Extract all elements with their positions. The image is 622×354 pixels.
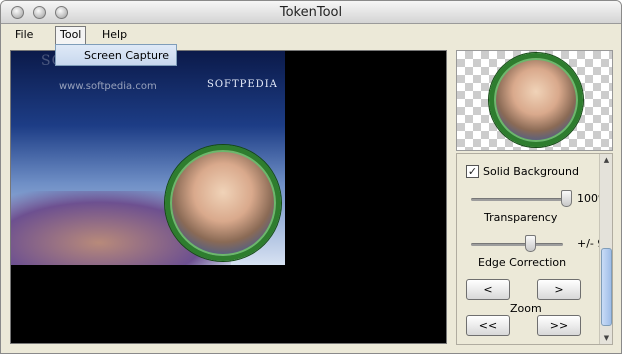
transparency-slider-thumb[interactable] <box>561 190 572 207</box>
zoom-out-fast-button[interactable]: << <box>466 315 510 336</box>
menu-tool[interactable]: Tool <box>55 26 87 45</box>
menu-file[interactable]: File <box>11 27 37 42</box>
menu-bar: File Tool Help <box>1 24 621 45</box>
menu-item-screen-capture[interactable]: Screen Capture <box>84 49 169 62</box>
edge-correction-slider-thumb[interactable] <box>525 235 536 252</box>
watermark-brand: SOFTPEDIA <box>207 79 278 90</box>
scrollbar-thumb[interactable] <box>601 248 612 326</box>
solid-background-label: Solid Background <box>483 165 579 178</box>
solid-background-checkbox[interactable]: ✓ <box>466 165 479 178</box>
token-preview <box>456 50 613 151</box>
tool-menu-dropdown: Screen Capture <box>55 44 177 66</box>
watermark-url: www.softpedia.com <box>59 81 157 92</box>
transparency-label: Transparency <box>484 211 558 224</box>
window-title: TokenTool <box>279 5 343 20</box>
settings-panel: ✓ Solid Background 100% Transparency +/-… <box>456 153 613 345</box>
panel-scrollbar[interactable]: ▲ ▼ <box>599 154 612 344</box>
edge-correction-label: Edge Correction <box>478 256 567 269</box>
zoom-in-button[interactable]: > <box>537 279 581 300</box>
token-preview-image <box>489 53 583 147</box>
title-bar[interactable]: TokenTool <box>1 1 621 24</box>
edge-correction-slider-track[interactable] <box>471 243 563 246</box>
token-crop-circle[interactable] <box>165 145 281 261</box>
image-canvas[interactable]: SOFTPEDIA www.softpedia.com SOFTPEDIA <box>10 50 447 344</box>
zoom-out-button[interactable]: < <box>466 279 510 300</box>
scroll-down-arrow-icon[interactable]: ▼ <box>601 333 612 343</box>
menu-help[interactable]: Help <box>98 27 131 42</box>
zoom-label: Zoom <box>510 302 542 315</box>
scroll-up-arrow-icon[interactable]: ▲ <box>601 155 612 165</box>
zoom-in-fast-button[interactable]: >> <box>537 315 581 336</box>
transparency-slider-track[interactable] <box>471 198 571 201</box>
app-window: TokenTool File Tool Help Screen Capture … <box>0 0 622 354</box>
